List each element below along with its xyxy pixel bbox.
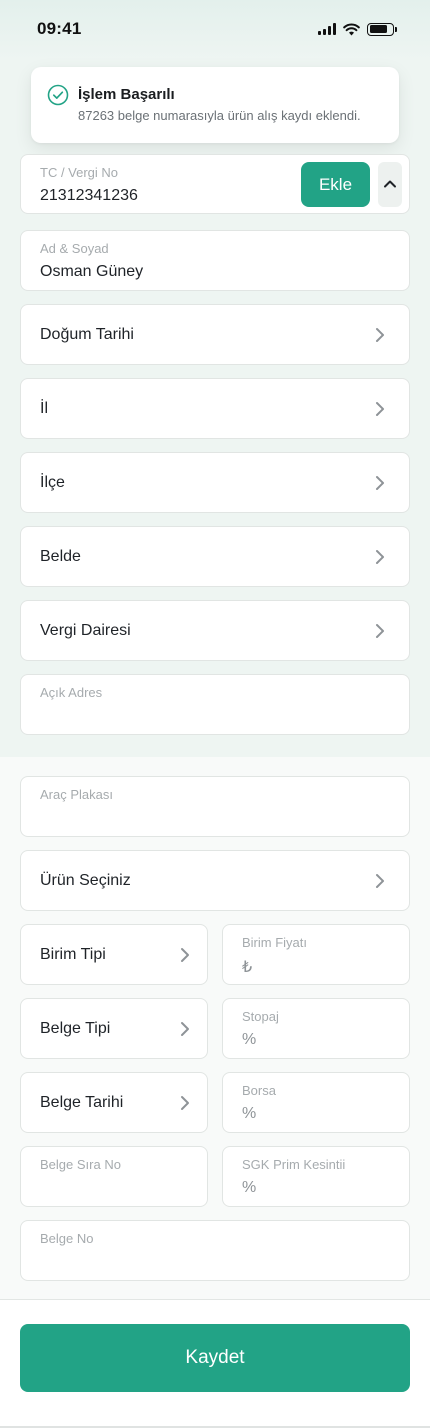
belde-label: Belde [40,547,81,565]
dogum-tarihi-label: Doğum Tarihi [40,325,134,343]
belge-tipi-select[interactable]: Belge Tipi [20,998,208,1059]
belge-tarihi-select[interactable]: Belge Tarihi [20,1072,208,1133]
belge-no-field[interactable]: Belge No [20,1220,410,1281]
toast-title: İşlem Başarılı [78,86,175,103]
sgk-prim-kesintisi-label: SGK Prim Kesintii [242,1157,346,1172]
tc-vergi-no-value[interactable]: 21312341236 [40,187,138,205]
cellular-signal-icon [318,23,336,35]
sgk-prim-kesintisi-field[interactable]: SGK Prim Kesintii % [222,1146,410,1207]
save-button[interactable]: Kaydet [20,1324,410,1392]
chevron-right-icon [178,1020,192,1038]
vergi-dairesi-select[interactable]: Vergi Dairesi [20,600,410,661]
success-toast: İşlem Başarılı 87263 belge numarasıyla ü… [31,67,399,143]
belge-sira-no-field[interactable]: Belge Sıra No [20,1146,208,1207]
arac-plakasi-label: Araç Plakası [40,787,113,802]
borsa-field[interactable]: Borsa % [222,1072,410,1133]
belge-tarihi-label: Belge Tarihi [40,1093,124,1111]
arac-plakasi-field[interactable]: Araç Plakası [20,776,410,837]
belge-tipi-label: Belge Tipi [40,1019,111,1037]
il-select[interactable]: İl [20,378,410,439]
chevron-right-icon [373,326,387,344]
stopaj-value[interactable]: % [242,1031,256,1049]
chevron-right-icon [373,622,387,640]
urun-seciniz-select[interactable]: Ürün Seçiniz [20,850,410,911]
ilce-select[interactable]: İlçe [20,452,410,513]
birim-tipi-label: Birim Tipi [40,945,106,963]
ad-soyad-field[interactable]: Ad & Soyad Osman Güney [20,230,410,291]
dogum-tarihi-select[interactable]: Doğum Tarihi [20,304,410,365]
ad-soyad-label: Ad & Soyad [40,241,109,256]
acik-adres-field[interactable]: Açık Adres [20,674,410,735]
vergi-dairesi-label: Vergi Dairesi [40,621,131,639]
belge-no-label: Belge No [40,1231,94,1246]
battery-icon [367,22,397,36]
chevron-right-icon [373,872,387,890]
birim-fiyati-label: Birim Fiyatı [242,935,307,950]
status-icons [318,21,397,37]
borsa-value[interactable]: % [242,1105,256,1123]
status-bar: 09:41 [0,0,430,60]
add-button[interactable]: Ekle [301,162,370,207]
chevron-right-icon [373,400,387,418]
chevron-right-icon [373,474,387,492]
birim-tipi-select[interactable]: Birim Tipi [20,924,208,985]
il-label: İl [40,399,48,417]
birim-fiyati-field[interactable]: Birim Fiyatı ₺ [222,924,410,985]
chevron-right-icon [373,548,387,566]
chevron-right-icon [178,1094,192,1112]
acik-adres-label: Açık Adres [40,685,103,700]
wifi-icon [343,22,360,35]
borsa-label: Borsa [242,1083,276,1098]
belge-sira-no-label: Belge Sıra No [40,1157,121,1172]
urun-seciniz-label: Ürün Seçiniz [40,871,131,889]
collapse-button[interactable] [378,162,402,207]
stopaj-label: Stopaj [242,1009,279,1024]
status-time: 09:41 [37,19,82,38]
stopaj-field[interactable]: Stopaj % [222,998,410,1059]
sgk-prim-kesintisi-value[interactable]: % [242,1179,256,1197]
tc-vergi-no-field[interactable]: TC / Vergi No 21312341236 Ekle [20,154,410,214]
birim-fiyati-value[interactable]: ₺ [242,957,252,977]
ilce-label: İlçe [40,473,65,491]
chevron-right-icon [178,946,192,964]
tc-vergi-no-label: TC / Vergi No [40,165,119,180]
belde-select[interactable]: Belde [20,526,410,587]
check-circle-icon [47,84,69,106]
chevron-up-icon [384,180,396,188]
ad-soyad-value[interactable]: Osman Güney [40,263,143,281]
toast-message: 87263 belge numarasıyla ürün alış kaydı … [78,108,361,123]
